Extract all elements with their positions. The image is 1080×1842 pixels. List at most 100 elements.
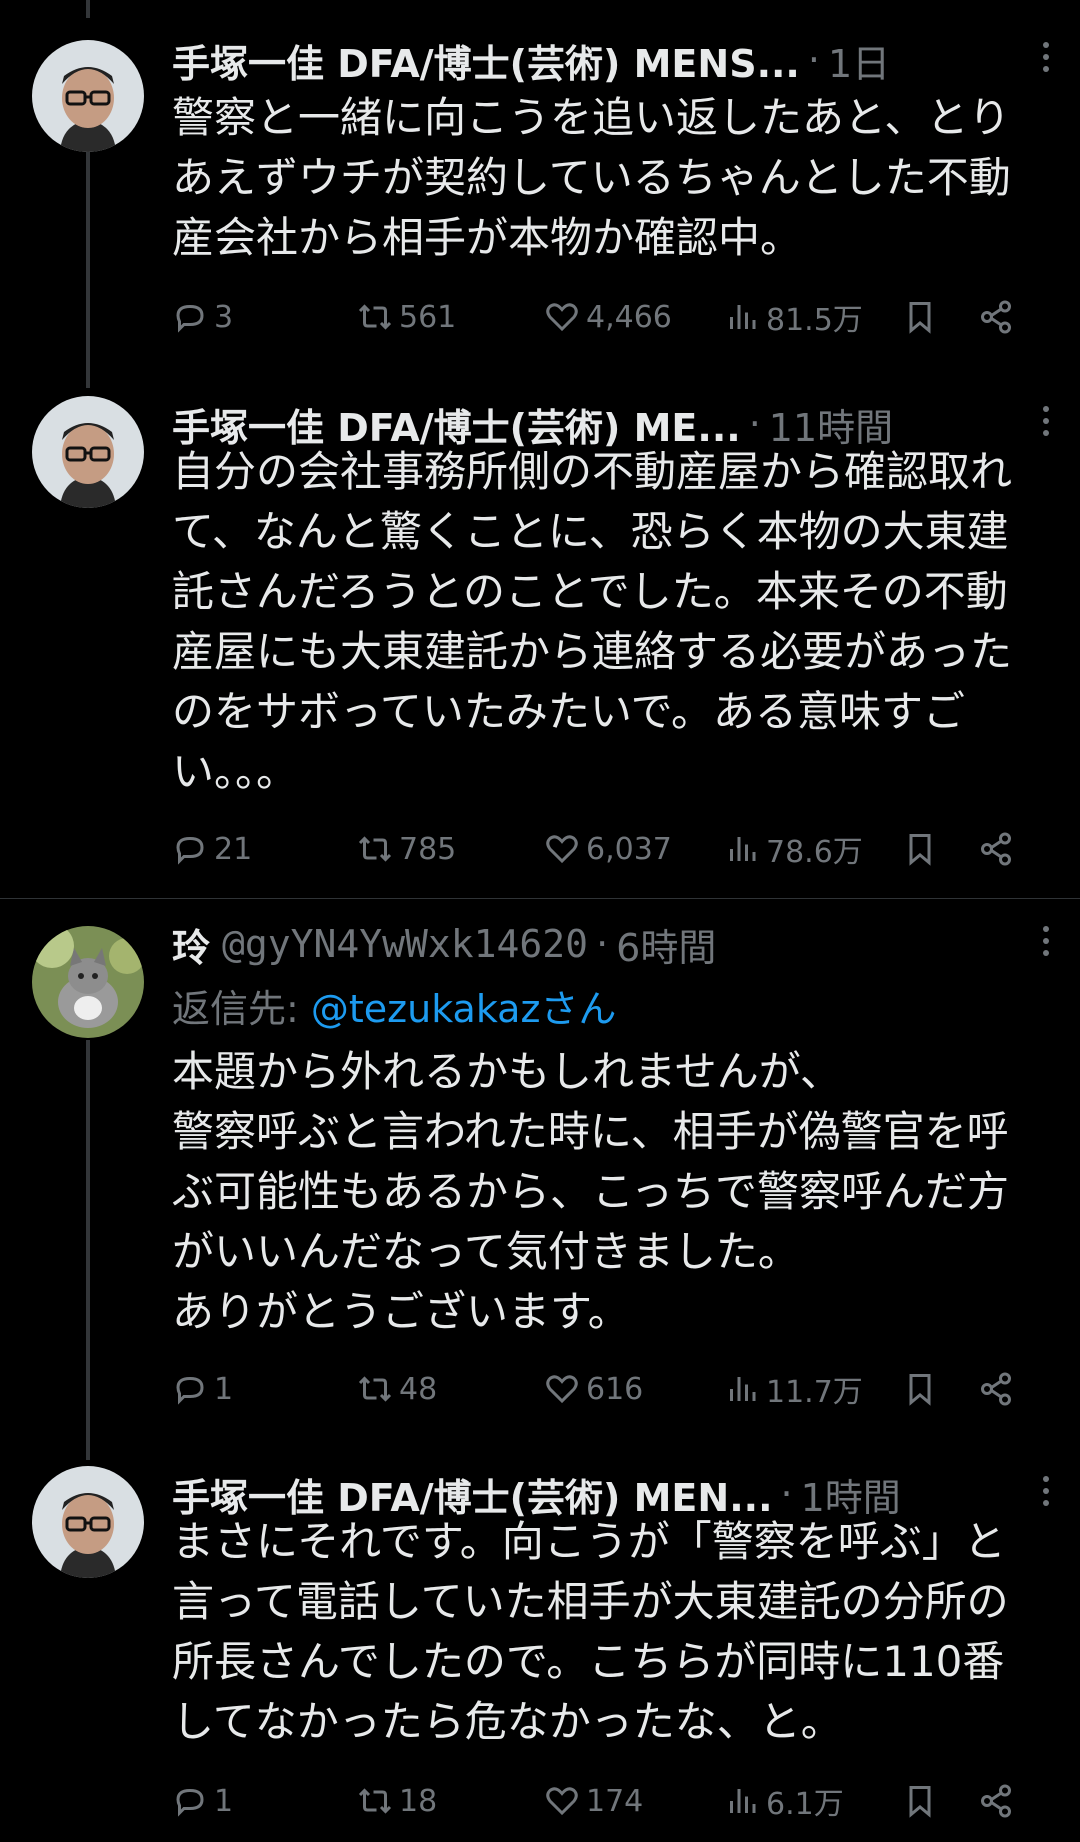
- share-icon: [981, 300, 1011, 334]
- separator-dot: ·: [780, 1472, 793, 1516]
- timestamp[interactable]: 6時間: [616, 917, 716, 972]
- like-button[interactable]: 4,466: [544, 292, 672, 342]
- bookmark-button[interactable]: [902, 292, 944, 342]
- share-button[interactable]: [978, 824, 1020, 874]
- reply-prefix: 返信先:: [172, 987, 311, 1031]
- retweet-count: 48: [399, 1371, 438, 1407]
- views-button[interactable]: 11.7万: [724, 1364, 863, 1414]
- views-button[interactable]: 6.1万: [724, 1776, 844, 1826]
- reply-count: 21: [214, 831, 253, 867]
- views-count: 78.6万: [766, 835, 863, 870]
- tweet[interactable]: 手塚一佳 DFA/博士(芸術) MEN... · 1時間 まさにそれです。向こう…: [0, 1450, 1080, 1842]
- bookmark-button[interactable]: [902, 824, 944, 874]
- retweet-count: 561: [399, 299, 457, 335]
- reply-icon: [176, 1788, 204, 1817]
- like-icon: [546, 1375, 578, 1404]
- tweet[interactable]: 手塚一佳 DFA/博士(芸術) ME... · 11時間 自分の会社事務所側の不…: [0, 380, 1080, 900]
- avatar[interactable]: [32, 1466, 144, 1578]
- views-icon: [730, 1789, 756, 1813]
- reply-button[interactable]: 3: [172, 292, 233, 342]
- more-icon[interactable]: [1036, 36, 1056, 84]
- like-icon: [546, 1787, 578, 1816]
- separator-dot: ·: [596, 922, 609, 966]
- tweet-header: 玲 @gyYN4YwWxk14620 · 6時間: [172, 914, 1020, 974]
- tweet-text: まさにそれです。向こうが「警察を呼ぶ」と言って電話していた相手が大東建託の分所の…: [172, 1517, 1009, 1746]
- divider: [0, 898, 1080, 899]
- reply-icon: [176, 836, 204, 865]
- reply-icon: [176, 304, 204, 333]
- action-bar: 1 18 174 6.1万: [172, 1776, 1032, 1826]
- bookmark-icon: [909, 1374, 931, 1406]
- views-button[interactable]: 78.6万: [724, 824, 863, 874]
- like-icon: [546, 835, 578, 864]
- retweet-icon: [358, 836, 392, 862]
- timestamp[interactable]: 1日: [828, 33, 890, 88]
- like-count: 174: [586, 1783, 644, 1819]
- reply-context: 返信先: @tezukakazさん: [172, 978, 616, 1033]
- tweet-text: 警察と一緒に向こうを追い返したあと、とりあえずウチが契約しているちゃんとした不動…: [172, 93, 1011, 262]
- share-icon: [981, 832, 1011, 866]
- like-button[interactable]: 6,037: [544, 824, 672, 874]
- action-bar: 3 561 4,466 81.5万: [172, 292, 1032, 342]
- bookmark-button[interactable]: [902, 1364, 944, 1414]
- views-icon: [730, 305, 756, 329]
- tweet[interactable]: 玲 @gyYN4YwWxk14620 · 6時間 返信先: @tezukakaz…: [0, 900, 1080, 1440]
- user-handle[interactable]: @gyYN4YwWxk14620: [222, 922, 588, 966]
- like-icon: [546, 303, 578, 332]
- like-count: 4,466: [586, 299, 672, 335]
- tweet-header: 手塚一佳 DFA/博士(芸術) MENS... · 1日: [172, 30, 1020, 90]
- avatar[interactable]: [32, 40, 144, 152]
- reply-count: 1: [214, 1783, 234, 1819]
- display-name[interactable]: 手塚一佳 DFA/博士(芸術) MENS...: [172, 33, 800, 88]
- reply-count: 1: [214, 1371, 234, 1407]
- share-icon: [981, 1784, 1011, 1818]
- tweet-text: 自分の会社事務所側の不動産屋から確認取れて、なんと驚くことに、恐らく本物の大東建…: [172, 447, 1013, 796]
- like-button[interactable]: 616: [544, 1364, 643, 1414]
- share-icon: [981, 1372, 1011, 1406]
- action-bar: 21 785 6,037 78.6万: [172, 824, 1032, 874]
- reply-button[interactable]: 1: [172, 1776, 233, 1826]
- reply-count: 3: [214, 299, 234, 335]
- bookmark-icon: [909, 302, 931, 334]
- like-count: 6,037: [586, 831, 672, 867]
- more-icon[interactable]: [1036, 400, 1056, 448]
- tweet[interactable]: 手塚一佳 DFA/博士(芸術) MENS... · 1日 警察と一緒に向こうを追…: [0, 0, 1080, 380]
- retweet-button[interactable]: 561: [357, 292, 456, 342]
- like-button[interactable]: 174: [544, 1776, 643, 1826]
- avatar[interactable]: [32, 396, 144, 508]
- views-count: 81.5万: [766, 303, 863, 338]
- views-icon: [730, 837, 756, 861]
- reply-suffix: さん: [540, 987, 617, 1031]
- views-button[interactable]: 81.5万: [724, 292, 863, 342]
- bookmark-icon: [909, 834, 931, 866]
- reply-mention-link[interactable]: @tezukakaz: [311, 987, 541, 1031]
- share-button[interactable]: [978, 1364, 1020, 1414]
- more-icon[interactable]: [1036, 1470, 1056, 1518]
- retweet-icon: [358, 1376, 392, 1402]
- action-bar: 1 48 616 11.7万: [172, 1364, 1032, 1414]
- retweet-count: 785: [399, 831, 457, 867]
- share-button[interactable]: [978, 1776, 1020, 1826]
- views-count: 6.1万: [766, 1787, 844, 1822]
- retweet-button[interactable]: 18: [357, 1776, 437, 1826]
- views-count: 11.7万: [766, 1375, 863, 1410]
- bookmark-button[interactable]: [902, 1776, 944, 1826]
- reply-icon: [176, 1376, 204, 1405]
- reply-button[interactable]: 1: [172, 1364, 233, 1414]
- retweet-button[interactable]: 785: [357, 824, 456, 874]
- tweet-text: 本題から外れるかもしれませんが、 警察呼ぶと言われた時に、相手が偽警官を呼ぶ可能…: [172, 1047, 1010, 1336]
- more-icon[interactable]: [1036, 920, 1056, 968]
- retweet-icon: [358, 304, 392, 330]
- retweet-icon: [358, 1788, 392, 1814]
- separator-dot: ·: [807, 38, 820, 82]
- display-name[interactable]: 玲: [172, 917, 210, 972]
- reply-button[interactable]: 21: [172, 824, 252, 874]
- separator-dot: ·: [748, 402, 761, 446]
- views-icon: [730, 1377, 756, 1401]
- retweet-button[interactable]: 48: [357, 1364, 437, 1414]
- avatar[interactable]: [32, 926, 144, 1038]
- bookmark-icon: [909, 1786, 931, 1818]
- share-button[interactable]: [978, 292, 1020, 342]
- like-count: 616: [586, 1371, 644, 1407]
- retweet-count: 18: [399, 1783, 438, 1819]
